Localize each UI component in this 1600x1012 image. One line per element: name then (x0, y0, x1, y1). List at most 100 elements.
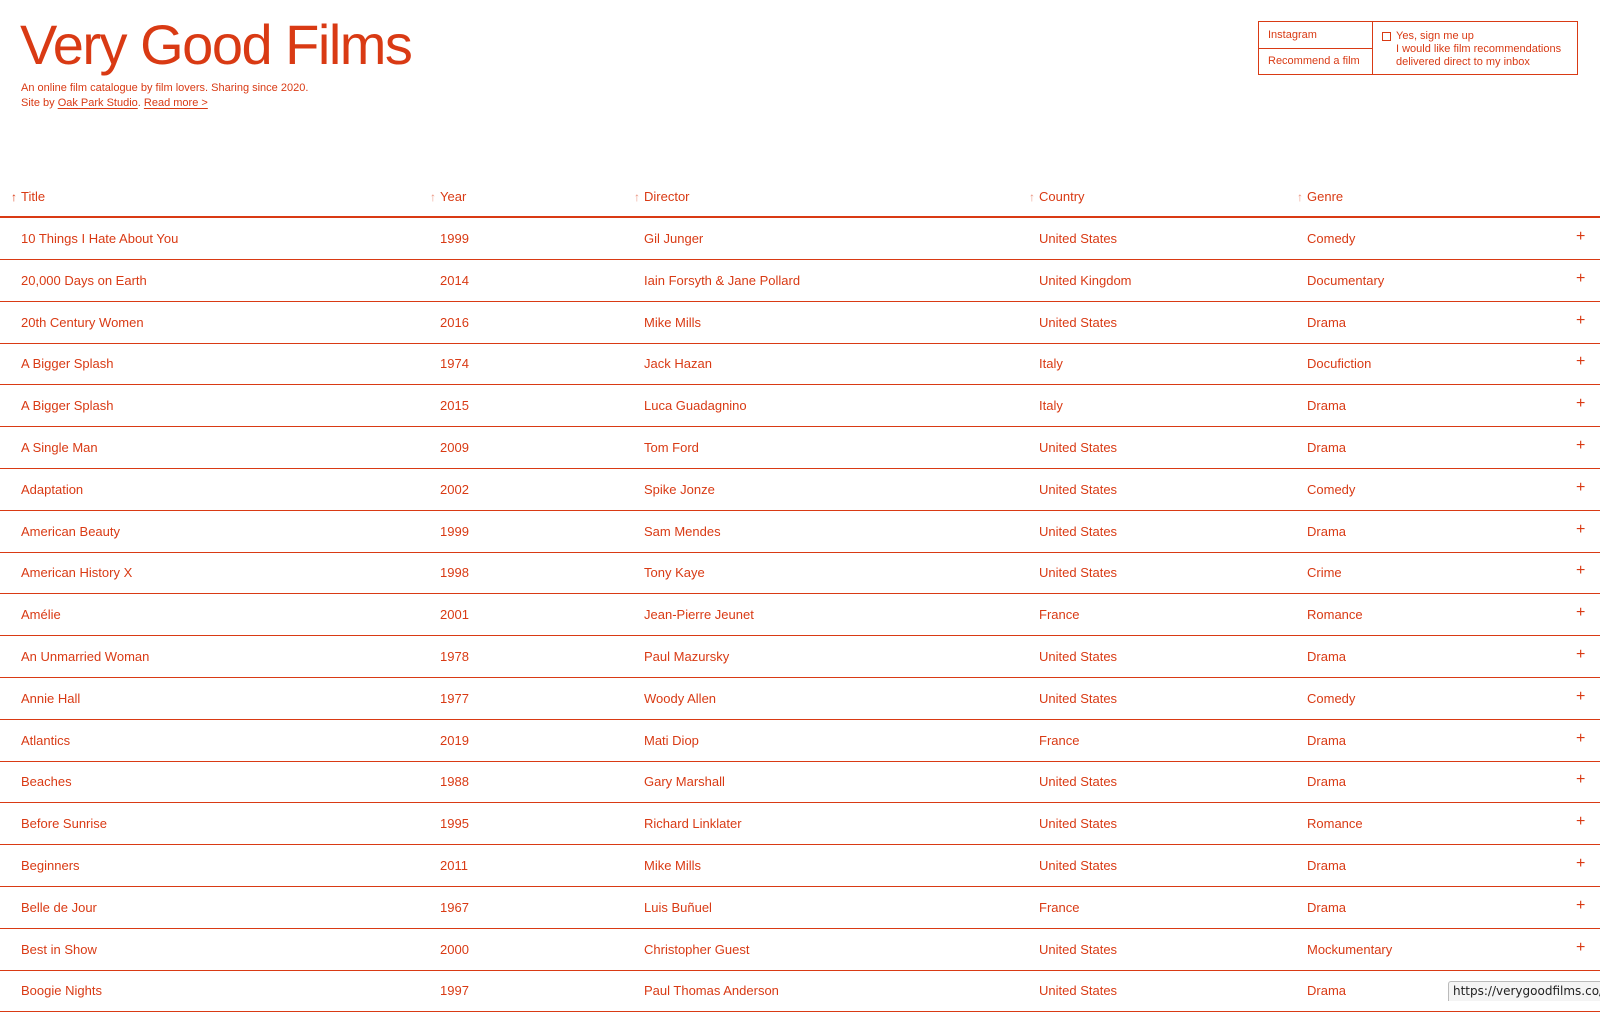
cell-country: United States (1039, 231, 1118, 246)
table-row[interactable]: 10 Things I Hate About You 1999 Gil Junger… (0, 218, 1600, 260)
cell-year: 2019 (440, 732, 469, 748)
cell-year: 1967 (440, 899, 469, 915)
column-header-title[interactable]: ↑ Title (11, 189, 46, 205)
cell-country: France (1039, 732, 1080, 748)
table-row[interactable]: Best in Show 2000 Christopher Guest United … (0, 929, 1600, 971)
cell-title: 10 Things I Hate About You (21, 231, 179, 246)
table-row[interactable]: Before Sunrise 1995 Richard Linklater Unite… (0, 803, 1600, 846)
table-row[interactable]: An Unmarried Woman 1978 Paul Mazursky Unite… (0, 636, 1600, 678)
expand-row-icon[interactable]: + (1576, 688, 1585, 706)
table-row[interactable]: A Bigger Splash 2015 Luca Guadagnino Italy D… (0, 385, 1600, 428)
expand-row-icon[interactable]: + (1576, 479, 1585, 497)
cell-genre: Drama (1307, 899, 1347, 915)
cell-country: Italy (1039, 356, 1063, 372)
column-header-label: Genre (1307, 189, 1344, 204)
table-row[interactable]: A Single Man 2009 Tom Ford United States Dra… (0, 427, 1600, 469)
studio-link[interactable]: Oak Park Studio (58, 97, 138, 109)
expand-row-icon[interactable]: + (1576, 395, 1585, 413)
column-header-year[interactable]: ↑ Year (430, 189, 467, 205)
cell-genre: Crime (1307, 565, 1342, 581)
column-header-label: Title (21, 189, 46, 204)
cell-country: United States (1039, 523, 1118, 539)
expand-row-icon[interactable]: + (1576, 312, 1585, 330)
table-row[interactable]: Beginners 2011 Mike Mills United States Dram… (0, 845, 1600, 887)
site-title: Very Good Films (20, 13, 413, 76)
expand-row-icon[interactable]: + (1576, 437, 1585, 455)
cell-year: 2015 (440, 398, 469, 414)
cell-director: Jack Hazan (644, 356, 712, 372)
expand-row-icon[interactable]: + (1576, 604, 1585, 622)
column-header-label: Year (440, 189, 467, 204)
signup-checkbox[interactable] (1382, 32, 1391, 41)
expand-row-icon[interactable]: + (1576, 353, 1585, 371)
expand-row-icon[interactable]: + (1576, 771, 1585, 789)
sort-arrow-icon: ↑ (1029, 190, 1035, 204)
expand-row-icon[interactable]: + (1576, 855, 1585, 873)
sort-arrow-icon: ↑ (1297, 190, 1303, 204)
cell-director: Paul Thomas Anderson (644, 983, 779, 999)
cell-genre: Drama (1307, 523, 1347, 539)
signup-description-2: delivered direct to my inbox (1396, 56, 1530, 68)
cell-director: Jean-Pierre Jeunet (644, 607, 754, 623)
table-row[interactable]: Atlantics 2019 Mati Diop France Drama + (0, 720, 1600, 762)
newsletter-signup[interactable]: Yes, sign me up I would like film recomm… (1373, 22, 1577, 74)
tagline-text: An online film catalogue by film lovers.… (21, 82, 309, 94)
cell-director: Richard Linklater (644, 816, 742, 832)
header-actions-box: Instagram Recommend a film Yes, sign me … (1258, 21, 1578, 75)
cell-genre: Drama (1307, 314, 1347, 330)
column-header-director[interactable]: ↑ Director (634, 189, 690, 205)
expand-row-icon[interactable]: + (1576, 730, 1585, 748)
cell-genre: Drama (1307, 732, 1347, 748)
site-tagline: An online film catalogue by film lovers.… (21, 81, 308, 111)
read-more-link[interactable]: Read more > (144, 97, 208, 109)
cell-year: 1999 (440, 231, 469, 246)
table-row[interactable]: Belle de Jour 1967 Luis Buñuel France Drama + (0, 887, 1600, 929)
cell-title: American Beauty (21, 523, 120, 539)
table-row[interactable]: American Beauty 1999 Sam Mendes United Stat… (0, 511, 1600, 553)
status-bar-url: https://verygoodfilms.co/# (1448, 981, 1600, 1001)
cell-director: Tony Kaye (644, 565, 705, 581)
cell-year: 1995 (440, 816, 469, 832)
sort-arrow-icon: ↑ (430, 190, 436, 204)
expand-row-icon[interactable]: + (1576, 562, 1585, 580)
cell-title: Amélie (21, 607, 61, 623)
cell-genre: Drama (1307, 440, 1347, 455)
cell-country: United States (1039, 565, 1118, 581)
table-row[interactable]: Amélie 2001 Jean-Pierre Jeunet France Romanc… (0, 594, 1600, 637)
cell-title: Beginners (21, 858, 80, 873)
table-header: ↑ Title ↑ Year ↑ Director ↑ Country ↑ Genre (0, 183, 1600, 218)
cell-director: Paul Mazursky (644, 649, 730, 664)
cell-genre: Comedy (1307, 231, 1356, 246)
table-row[interactable]: 20,000 Days on Earth 2014 Iain Forsyth & J… (0, 260, 1600, 302)
recommend-film-link[interactable]: Recommend a film (1259, 47, 1372, 75)
column-header-country[interactable]: ↑ Country (1029, 189, 1085, 205)
expand-row-icon[interactable]: + (1576, 228, 1585, 246)
expand-row-icon[interactable]: + (1576, 646, 1585, 664)
expand-row-icon[interactable]: + (1576, 939, 1585, 957)
cell-year: 2011 (440, 858, 468, 873)
cell-title: 20,000 Days on Earth (21, 272, 147, 288)
cell-director: Mati Diop (644, 732, 699, 748)
table-row[interactable]: Boogie Nights 1997 Paul Thomas Anderson Uni… (0, 970, 1600, 1012)
instagram-link[interactable]: Instagram (1259, 22, 1372, 48)
expand-row-icon[interactable]: + (1576, 270, 1585, 288)
expand-row-icon[interactable]: + (1576, 521, 1585, 539)
expand-row-icon[interactable]: + (1576, 897, 1585, 915)
cell-genre: Comedy (1307, 481, 1356, 497)
cell-director: Mike Mills (644, 314, 702, 330)
cell-year: 2000 (440, 941, 469, 957)
table-row[interactable]: American History X 1998 Tony Kaye United St… (0, 552, 1600, 595)
cell-country: United States (1039, 440, 1118, 455)
table-row[interactable]: 20th Century Women 2016 Mike Mills United S… (0, 302, 1600, 344)
cell-country: United Kingdom (1039, 272, 1132, 288)
cell-year: 2016 (440, 314, 469, 330)
cell-title: Annie Hall (21, 690, 81, 706)
table-row[interactable]: Annie Hall 1977 Woody Allen United States Co… (0, 678, 1600, 720)
column-header-genre[interactable]: ↑ Genre (1297, 189, 1344, 205)
table-row[interactable]: Adaptation 2002 Spike Jonze United States Co… (0, 469, 1600, 511)
expand-row-icon[interactable]: + (1576, 813, 1585, 831)
table-row[interactable]: A Bigger Splash 1974 Jack Hazan Italy Docufi… (0, 343, 1600, 386)
cell-year: 2001 (440, 607, 469, 623)
table-row[interactable]: Beaches 1988 Gary Marshall United States Dra… (0, 761, 1600, 804)
cell-year: 1988 (440, 774, 469, 790)
